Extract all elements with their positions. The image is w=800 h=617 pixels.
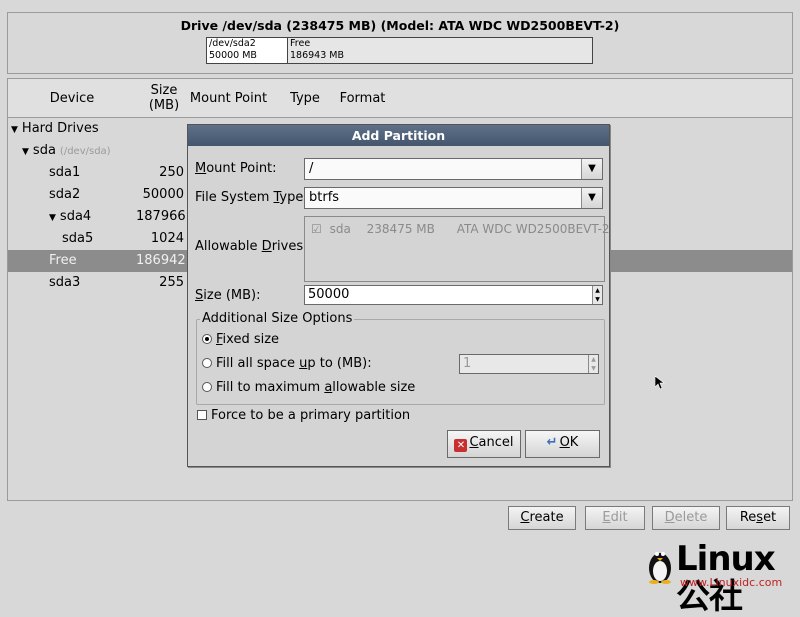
fill-up-to-spinbox[interactable]: 1 ▲ ▼ (459, 354, 599, 374)
mount-point-value: / (309, 161, 314, 176)
tree-row-device: Free (49, 250, 77, 272)
create-button[interactable]: Create (508, 506, 576, 530)
fill-up-to-radio[interactable]: Fill all space up to (MB): (202, 356, 372, 371)
delete-button[interactable]: Delete (652, 506, 720, 530)
tree-row-size: 186942 (136, 253, 186, 268)
reset-button[interactable]: Reset (726, 506, 790, 530)
column-header-type[interactable]: Type (273, 79, 338, 118)
fixed-size-radio[interactable]: Fixed size (202, 332, 279, 347)
map-segment-name: /dev/sda2 (209, 38, 256, 49)
map-segment-sda2[interactable]: /dev/sda2 50000 MB (207, 38, 288, 63)
tree-row-size: 255 (159, 275, 184, 290)
map-segment-name: Free (290, 38, 311, 49)
drive-entry-model: ATA WDC WD2500BEVT-2 (456, 222, 610, 236)
size-label: Size (MB): (195, 288, 261, 303)
tux-penguin-icon (649, 552, 671, 584)
watermark-url: www.Linuxidc.com (680, 576, 783, 589)
tree-row-label: sda1 (49, 165, 81, 180)
ok-button[interactable]: ↵ OK (525, 430, 600, 458)
cancel-icon: ✕ (454, 439, 468, 452)
tree-row-device: sda3 (49, 272, 80, 294)
size-spinbox[interactable]: 50000 ▲ ▼ (304, 285, 603, 305)
partition-map: /dev/sda2 50000 MB Free 186943 MB (206, 37, 593, 64)
map-segment-size: 186943 MB (290, 50, 344, 61)
drive-entry-size: 238475 MB (366, 222, 435, 236)
file-system-type-combo[interactable]: btrfs ▼ (304, 187, 603, 209)
allowable-drives-list[interactable]: ☑ sda 238475 MB ATA WDC WD2500BEVT-2 (304, 216, 610, 282)
tree-row-label: Free (49, 253, 77, 268)
tree-row-label: Hard Drives (21, 121, 99, 136)
column-header-filler (388, 79, 792, 118)
expander-icon[interactable]: ▼ (49, 213, 56, 223)
tree-row-size: 50000 (142, 187, 184, 202)
file-system-type-label: File System Type: (195, 190, 308, 205)
spin-arrows-icon[interactable]: ▲ ▼ (592, 286, 602, 304)
size-value: 50000 (308, 287, 350, 302)
column-header-mount-point[interactable]: Mount Point (184, 79, 274, 118)
column-header-device[interactable]: Device (8, 79, 137, 118)
map-segment-size: 50000 MB (209, 50, 257, 61)
additional-size-options-legend: Additional Size Options (200, 311, 355, 326)
force-primary-label: Force to be a primary partition (211, 408, 411, 423)
radio-unselected-icon (202, 382, 212, 392)
ok-icon: ↵ (546, 435, 558, 450)
chevron-down-icon[interactable]: ▼ (581, 159, 602, 179)
cancel-button[interactable]: ✕ Cancel (447, 430, 521, 458)
drive-entry-name: sda (329, 222, 351, 236)
checkbox-icon (197, 410, 207, 420)
force-primary-checkbox[interactable]: Force to be a primary partition (197, 408, 410, 423)
spin-arrows-icon[interactable]: ▲ ▼ (588, 355, 598, 373)
tree-row-label: sda2 (49, 187, 81, 202)
drive-title: Drive /dev/sda (238475 MB) (Model: ATA W… (180, 18, 620, 33)
mouse-cursor-icon (655, 376, 665, 390)
watermark: Linux公社 www.Linuxidc.com (646, 540, 796, 616)
tree-row-label: sda4 (59, 209, 92, 224)
expander-icon[interactable]: ▼ (11, 125, 18, 135)
file-system-type-value: btrfs (309, 190, 340, 205)
chevron-down-icon[interactable]: ▼ (581, 188, 602, 208)
checkbox-checked-icon: ☑ (311, 222, 322, 236)
tree-row-device: sda1 (49, 162, 80, 184)
mount-point-combo[interactable]: / ▼ (304, 158, 603, 180)
tree-row-device: ▼ sda4 (49, 206, 91, 229)
radio-selected-icon (202, 334, 212, 344)
dialog-title: Add Partition (188, 125, 609, 146)
fill-to-max-radio[interactable]: Fill to maximum allowable size (202, 380, 415, 395)
tree-row-device: ▼ Hard Drives (11, 118, 99, 141)
edit-button[interactable]: Edit (585, 506, 645, 530)
tree-row-size: 1024 (150, 231, 184, 246)
column-header-format[interactable]: Format (337, 79, 389, 118)
fill-up-to-value: 1 (463, 356, 472, 371)
tree-row-label: sda5 (62, 231, 94, 246)
mount-point-label: Mount Point: (195, 161, 277, 176)
radio-unselected-icon (202, 358, 212, 368)
allowable-drives-label: Allowable Drives: (195, 239, 308, 254)
tree-row-device: sda2 (49, 184, 80, 206)
expander-icon[interactable]: ▼ (22, 147, 29, 157)
tree-row-size: 250 (159, 165, 184, 180)
tree-row-label: sda3 (49, 275, 81, 290)
tree-row-device: ▼ sda (/dev/sda) (22, 140, 111, 163)
drive-list-item[interactable]: ☑ sda 238475 MB ATA WDC WD2500BEVT-2 (311, 221, 610, 237)
tree-row-size: 187966 (136, 209, 186, 224)
map-segment-free[interactable]: Free 186943 MB (288, 38, 592, 63)
tree-row-path: (/dev/sda) (59, 146, 111, 157)
add-partition-dialog: Add Partition Mount Point: / ▼ File Syst… (187, 124, 610, 467)
drive-panel: Drive /dev/sda (238475 MB) (Model: ATA W… (7, 12, 793, 74)
additional-size-options-group: Additional Size Options Fixed size Fill … (196, 311, 605, 405)
tree-row-label: sda (32, 143, 56, 158)
tree-row-device: sda5 (62, 228, 93, 250)
